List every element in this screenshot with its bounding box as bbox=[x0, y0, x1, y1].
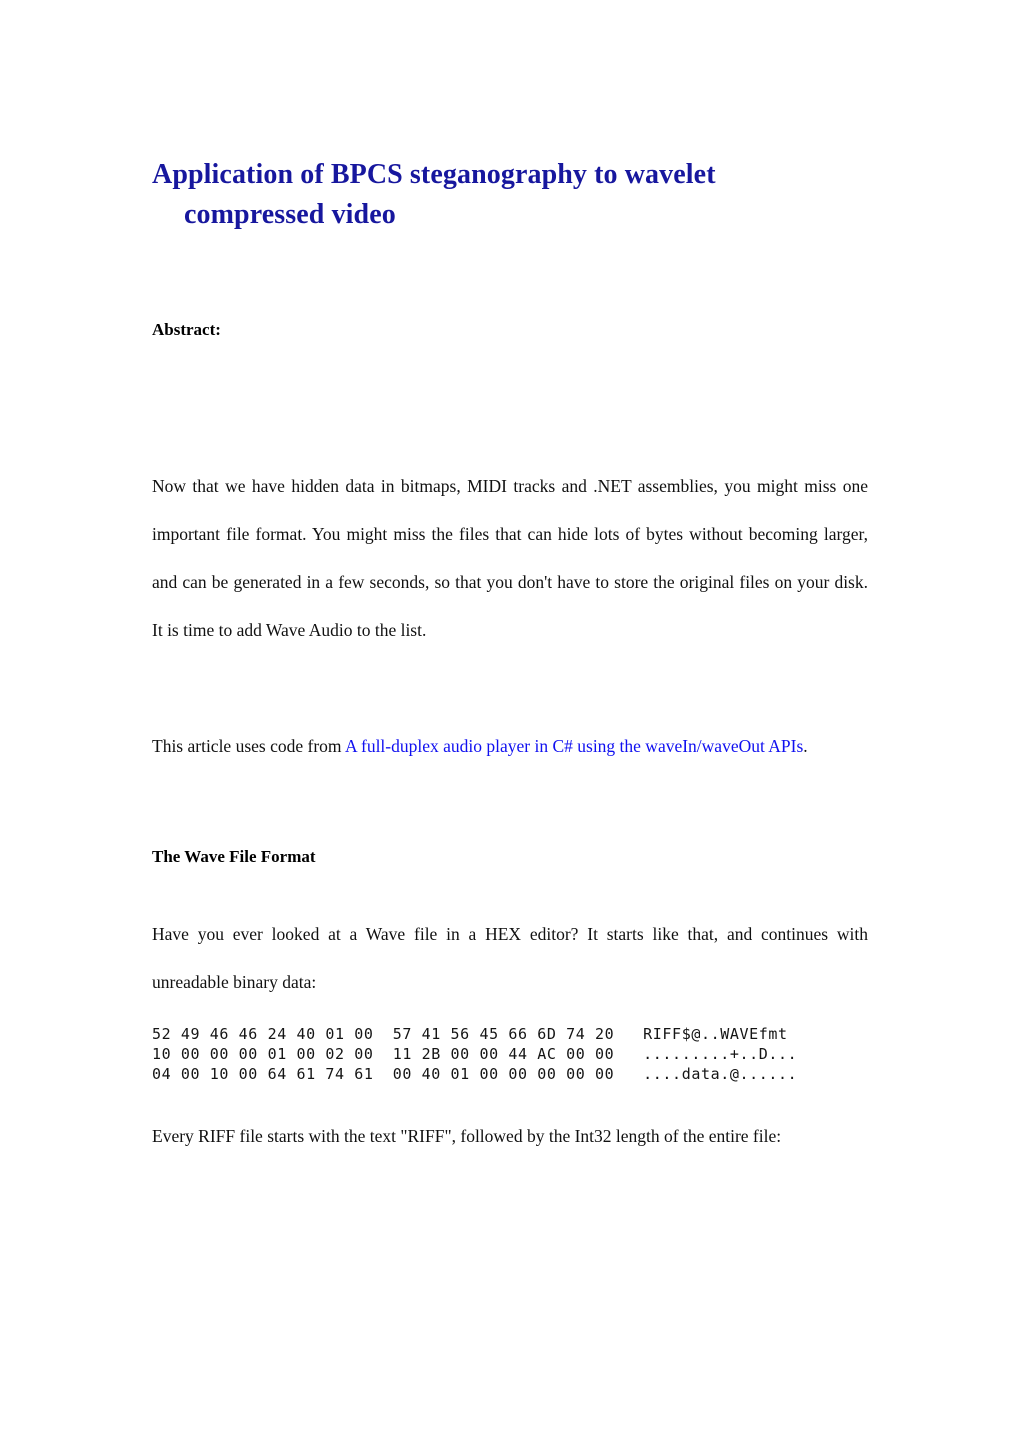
abstract-heading: Abstract: bbox=[152, 320, 221, 339]
hex-dump-block: 52 49 46 46 24 40 01 00 57 41 56 45 66 6… bbox=[152, 1024, 797, 1084]
hex-dump-row: 10 00 00 00 01 00 02 00 11 2B 00 00 44 A… bbox=[152, 1045, 798, 1063]
hex-dump-row: 52 49 46 46 24 40 01 00 57 41 56 45 66 6… bbox=[152, 1025, 798, 1043]
page-title-line-2: compressed video bbox=[184, 199, 396, 230]
page-title-line-1: Application of BPCS steganography to wav… bbox=[152, 159, 716, 190]
credit-prefix-text: This article uses code from bbox=[152, 736, 345, 756]
paragraph-hex-lead: Have you ever looked at a Wave file in a… bbox=[152, 924, 868, 992]
document-page: Application of BPCS steganography to wav… bbox=[0, 0, 1020, 1443]
credit-suffix-text: . bbox=[803, 736, 808, 756]
full-duplex-audio-player-link[interactable]: A full-duplex audio player in C# using t… bbox=[345, 736, 803, 756]
paragraph-riff-note: Every RIFF file starts with the text "RI… bbox=[152, 1126, 782, 1146]
page-title: Application of BPCS steganography to wav… bbox=[152, 155, 868, 235]
section-heading-wave-file-format: The Wave File Format bbox=[152, 847, 316, 866]
paragraph-intro: Now that we have hidden data in bitmaps,… bbox=[152, 476, 868, 640]
hex-dump-row: 04 00 10 00 64 61 74 61 00 40 01 00 00 0… bbox=[152, 1065, 798, 1083]
paragraph-credit: This article uses code from A full-duple… bbox=[152, 722, 868, 770]
